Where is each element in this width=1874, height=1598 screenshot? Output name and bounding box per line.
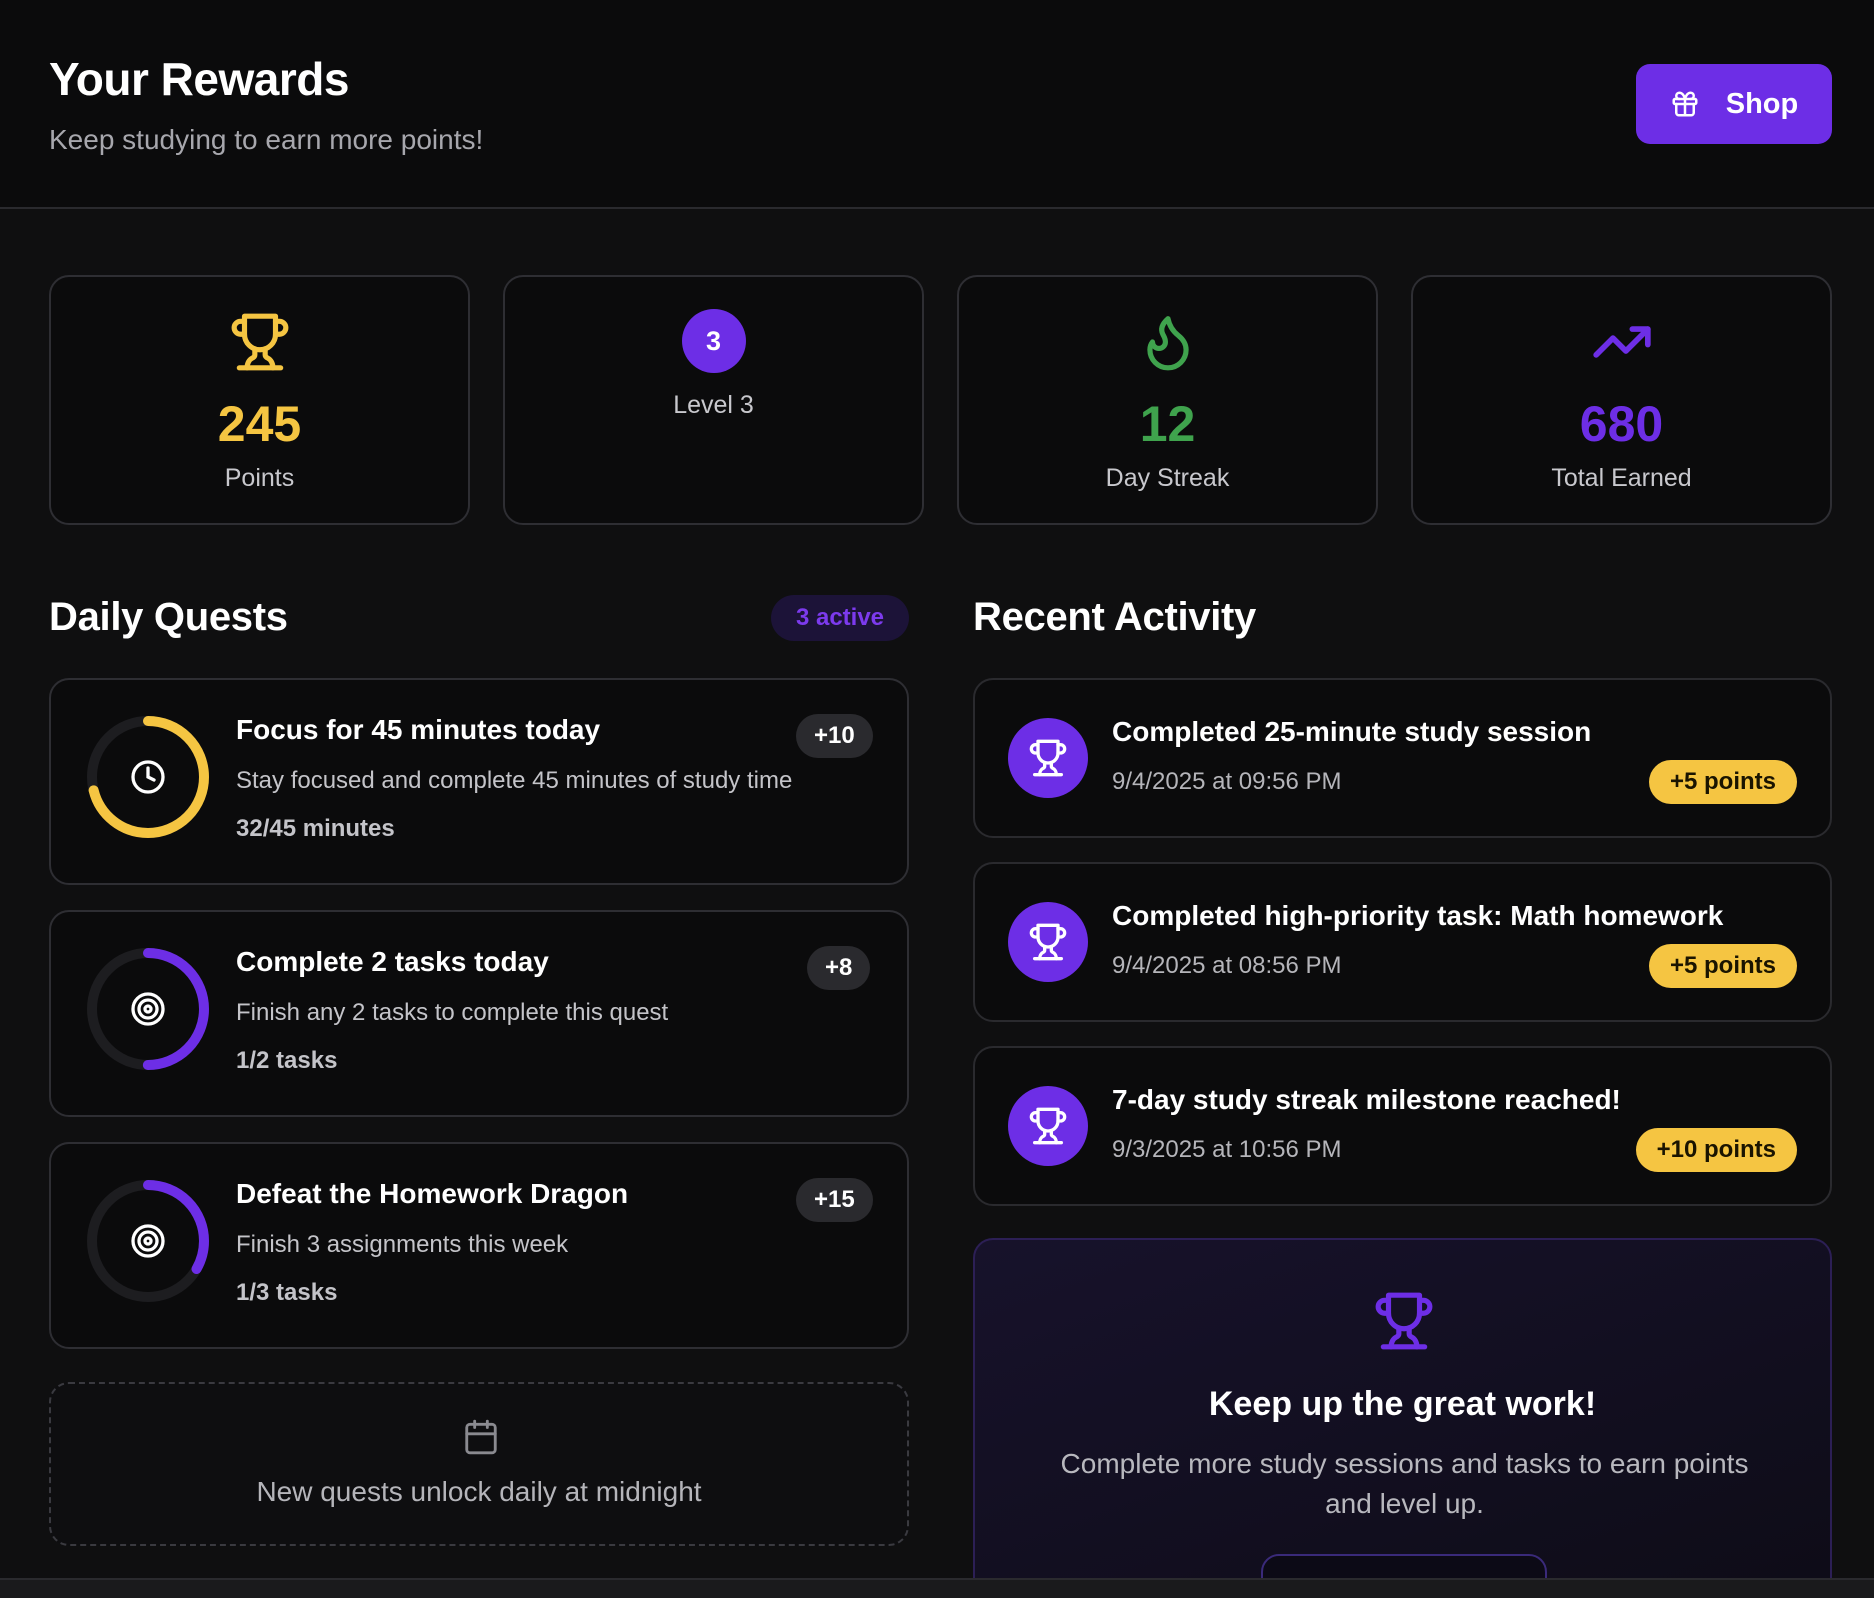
- page-title: Your Rewards: [49, 53, 349, 105]
- quest-progress-text: 1/3 tasks: [236, 1279, 338, 1306]
- quest-unlock-note: New quests unlock daily at midnight: [49, 1382, 909, 1546]
- recent-activity-title: Recent Activity: [973, 595, 1257, 639]
- total-earned-label: Total Earned: [1551, 464, 1692, 492]
- quest-title: Focus for 45 minutes today: [236, 714, 601, 745]
- target-icon: [131, 992, 165, 1026]
- quest-description: Finish any 2 tasks to complete this ques…: [236, 999, 669, 1026]
- shop-label: Shop: [1725, 87, 1799, 120]
- trophy-icon: [1029, 923, 1067, 961]
- header: Your Rewards Keep studying to earn more …: [0, 0, 1874, 209]
- quest-points-badge: +15: [796, 1178, 873, 1222]
- encouragement-title: Keep up the great work!: [1208, 1385, 1597, 1423]
- quest-description: Finish 3 assignments this week: [236, 1231, 569, 1258]
- activity-badge: [1008, 1086, 1088, 1166]
- quest-unlock-text: New quests unlock daily at midnight: [256, 1476, 702, 1507]
- stat-card-streak: 12 Day Streak: [957, 275, 1378, 525]
- quest-points-badge: +10: [796, 714, 873, 758]
- activity-time: 9/3/2025 at 10:56 PM: [1112, 1136, 1342, 1163]
- flame-icon: [1146, 316, 1189, 371]
- activity-title: Completed 25-minute study session: [1112, 716, 1592, 747]
- page-subtitle: Keep studying to earn more points!: [49, 124, 484, 155]
- trending-up-icon: [1592, 326, 1651, 358]
- calendar-icon: [465, 1419, 497, 1455]
- total-earned-value: 680: [1579, 396, 1664, 452]
- activity-item: 7-day study streak milestone reached! 9/…: [973, 1046, 1832, 1206]
- encouragement-text: Complete more study sessions and tasks t…: [1060, 1448, 1749, 1519]
- quest-title: Defeat the Homework Dragon: [236, 1178, 629, 1209]
- encouragement-card: Keep up the great work! Complete more st…: [973, 1238, 1832, 1598]
- activity-title: Completed high-priority task: Math homew…: [1112, 900, 1724, 931]
- quest-progress-text: 1/2 tasks: [236, 1047, 338, 1074]
- quest-points-badge: +8: [807, 946, 871, 990]
- activity-points-badge: +5 points: [1648, 760, 1797, 804]
- clock-icon: [131, 760, 165, 794]
- horizontal-scrollbar[interactable]: [0, 1578, 1874, 1598]
- level-badge: 3: [681, 309, 746, 373]
- points-value: 245: [217, 396, 302, 452]
- gift-icon: [1672, 91, 1698, 117]
- activity-points-badge: +5 points: [1648, 944, 1797, 988]
- rewards-page: Your Rewards Keep studying to earn more …: [0, 0, 1874, 1598]
- activity-time: 9/4/2025 at 08:56 PM: [1112, 952, 1342, 979]
- activity-badge: [1008, 718, 1088, 798]
- activity-points-badge: +10 points: [1635, 1128, 1797, 1172]
- quest-progress-text: 32/45 minutes: [236, 815, 395, 842]
- activity-item: Completed high-priority task: Math homew…: [973, 862, 1832, 1022]
- daily-quests-title: Daily Quests: [49, 595, 288, 639]
- stat-card-level: 3 Level 3: [503, 275, 924, 525]
- activity-badge: [1008, 902, 1088, 982]
- quest-title: Complete 2 tasks today: [236, 946, 549, 977]
- quest-description: Stay focused and complete 45 minutes of …: [236, 767, 793, 794]
- active-count-badge: 3 active: [771, 595, 909, 641]
- shop-button[interactable]: Shop: [1636, 64, 1832, 144]
- trophy-icon: [231, 313, 288, 371]
- activity-title: 7-day study streak milestone reached!: [1112, 1084, 1621, 1115]
- points-label: Points: [224, 464, 295, 492]
- trophy-icon: [1029, 1107, 1067, 1145]
- streak-value: 12: [1139, 396, 1196, 452]
- stat-card-total: 680 Total Earned: [1411, 275, 1832, 525]
- activity-time: 9/4/2025 at 09:56 PM: [1112, 768, 1342, 795]
- activity-item: Completed 25-minute study session 9/4/20…: [973, 678, 1832, 838]
- streak-label: Day Streak: [1105, 464, 1230, 492]
- trophy-icon: [1375, 1292, 1433, 1350]
- quest-card[interactable]: Focus for 45 minutes today +10 Stay focu…: [49, 678, 909, 885]
- quest-card[interactable]: Defeat the Homework Dragon +15 Finish 3 …: [49, 1142, 909, 1349]
- quest-card[interactable]: Complete 2 tasks today +8 Finish any 2 t…: [49, 910, 909, 1117]
- trophy-icon: [1029, 739, 1067, 777]
- level-label: Level 3: [673, 391, 754, 419]
- stat-card-points: 245 Points: [49, 275, 470, 525]
- target-icon: [131, 1224, 165, 1258]
